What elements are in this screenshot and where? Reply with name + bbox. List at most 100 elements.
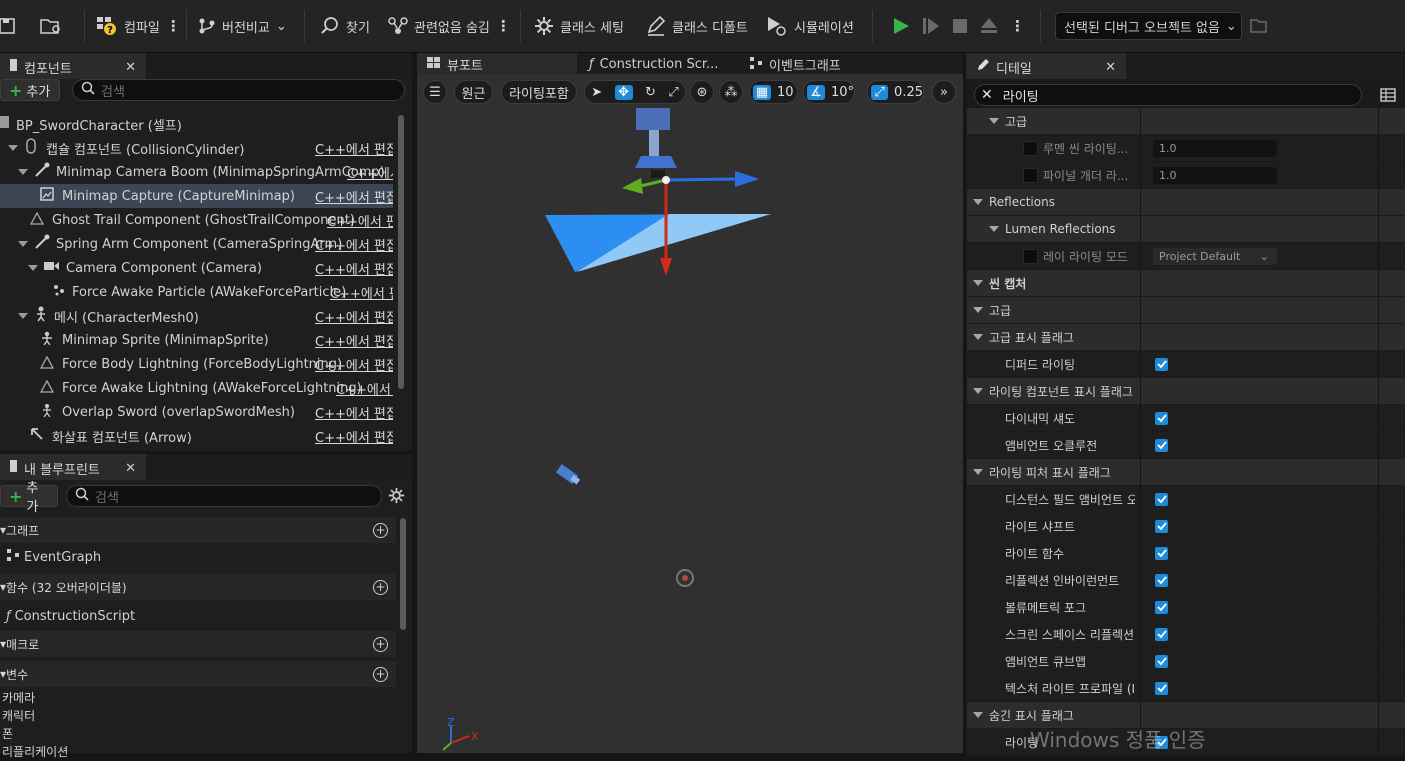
browse-icon[interactable] bbox=[40, 13, 62, 39]
hide-unrelated-button[interactable]: 관련없음 숨김 ⋮ bbox=[388, 13, 511, 39]
variables-section-header[interactable]: ▾ 변수 + bbox=[0, 661, 396, 687]
details-property-row[interactable]: 리플렉션 인바이런먼트 bbox=[967, 567, 1405, 594]
play-icon[interactable] bbox=[892, 17, 910, 35]
expand-caret-icon[interactable] bbox=[973, 199, 983, 205]
compile-options-icon[interactable]: ⋮ bbox=[166, 17, 181, 35]
expand-caret-icon[interactable] bbox=[989, 226, 999, 232]
eject-icon[interactable] bbox=[980, 17, 998, 35]
blueprint-scrollbar[interactable] bbox=[400, 518, 406, 630]
details-property-row[interactable]: 디퍼드 라이팅 bbox=[967, 351, 1405, 378]
tree-item-camera[interactable]: Camera Component (Camera) C++에서 편집 bbox=[0, 256, 393, 280]
property-number-field[interactable]: 1.0 bbox=[1153, 139, 1277, 157]
components-search-input[interactable]: 검색 bbox=[72, 79, 405, 101]
hide-unrelated-options-icon[interactable]: ⋮ bbox=[496, 17, 511, 35]
details-property-row[interactable]: 라이트 샤프트 bbox=[967, 513, 1405, 540]
event-graph-item[interactable]: EventGraph bbox=[0, 545, 396, 569]
save-icon[interactable] bbox=[0, 13, 16, 39]
details-category-row[interactable]: 라이팅 컴포넌트 표시 플래그 bbox=[967, 378, 1405, 405]
debug-browse-icon[interactable] bbox=[1250, 13, 1268, 39]
tree-item-arrow[interactable]: 화살표 컴포넌트 (Arrow) C++에서 편집 bbox=[0, 424, 393, 448]
property-number-field[interactable]: 1.0 bbox=[1153, 166, 1277, 184]
tree-item-overlap-sword[interactable]: Overlap Sword (overlapSwordMesh) C++에서 편… bbox=[0, 400, 393, 424]
details-category-row[interactable]: 고급 표시 플래그 bbox=[967, 324, 1405, 351]
blueprint-search-input[interactable]: 검색 bbox=[66, 485, 382, 507]
edit-in-cpp-link[interactable]: C++에서 편집 bbox=[315, 187, 393, 206]
debug-object-select[interactable]: 선택된 디버그 오브젝트 없음 ⌄ bbox=[1055, 12, 1242, 40]
details-property-row[interactable]: 앰비언트 큐브맵 bbox=[967, 648, 1405, 675]
surface-snap-button[interactable]: ⁂ bbox=[719, 80, 743, 104]
edit-in-cpp-link[interactable]: C++에서 편집 bbox=[315, 259, 393, 278]
details-property-row[interactable]: 스크린 스페이스 리플렉션 bbox=[967, 621, 1405, 648]
details-property-row[interactable]: 볼류메트릭 포그 bbox=[967, 594, 1405, 621]
expand-caret-icon[interactable] bbox=[973, 334, 983, 340]
construction-script-item[interactable]: ƒ ConstructionScript bbox=[0, 604, 396, 628]
close-icon[interactable]: ✕ bbox=[125, 60, 136, 75]
add-macro-icon[interactable]: + bbox=[373, 636, 388, 652]
add-variable-icon[interactable]: + bbox=[373, 666, 388, 682]
diff-button[interactable]: 버전비교 ⌄ bbox=[198, 13, 287, 39]
tree-item-ghost-trail[interactable]: Ghost Trail Component (GhostTrailCompone… bbox=[0, 208, 393, 232]
property-checkbox[interactable] bbox=[1155, 492, 1168, 506]
play-options-icon[interactable]: ⋮ bbox=[1010, 17, 1025, 35]
edit-in-cpp-link[interactable]: C++에서 편 bbox=[330, 283, 393, 302]
class-settings-button[interactable]: 클래스 세팅 bbox=[534, 13, 624, 39]
edit-in-cpp-link[interactable]: C++에서 편집 bbox=[315, 331, 393, 350]
tree-item-force-body-lightning[interactable]: Force Body Lightning (ForceBodyLightning… bbox=[0, 352, 393, 376]
scale-icon[interactable]: ⤢ bbox=[668, 85, 678, 100]
close-icon[interactable]: ✕ bbox=[1105, 60, 1116, 75]
expand-caret-icon[interactable] bbox=[973, 388, 983, 394]
expand-caret-icon[interactable] bbox=[973, 280, 983, 286]
select-icon[interactable]: ➤ bbox=[591, 85, 602, 100]
details-property-row[interactable]: 루멘 씬 라이팅... 1.0 bbox=[967, 135, 1405, 162]
property-checkbox[interactable] bbox=[1155, 438, 1168, 452]
add-component-button[interactable]: + 추가 bbox=[0, 79, 60, 101]
edit-in-cpp-link[interactable]: C++에서 편집 bbox=[315, 427, 393, 446]
details-property-row[interactable]: 다이내믹 섀도 bbox=[967, 405, 1405, 432]
tree-item-force-awake-lightning[interactable]: Force Awake Lightning (AWakeForceLightni… bbox=[0, 376, 393, 400]
tree-item-force-awake-particle[interactable]: Force Awake Particle (AWakeForceParticle… bbox=[0, 280, 393, 304]
tree-item-minimap-sprite[interactable]: Minimap Sprite (MinimapSprite) C++에서 편집 bbox=[0, 328, 393, 352]
tab-my-blueprint[interactable]: 내 블루프린트 ✕ bbox=[0, 454, 146, 480]
override-checkbox[interactable] bbox=[1023, 248, 1038, 264]
expand-caret-icon[interactable] bbox=[973, 469, 983, 475]
step-icon[interactable] bbox=[922, 17, 940, 35]
simulation-button[interactable]: 시뮬레이션 bbox=[766, 13, 854, 39]
tree-item-root[interactable]: BP_SwordCharacter (셀프) bbox=[0, 112, 393, 136]
expand-caret-icon[interactable] bbox=[973, 307, 983, 313]
close-icon[interactable]: ✕ bbox=[125, 461, 136, 476]
edit-in-cpp-link[interactable]: C++에서 편집 bbox=[315, 235, 393, 254]
details-property-row[interactable]: 텍스처 라이트 프로파일 (I bbox=[967, 675, 1405, 702]
expand-caret-icon[interactable] bbox=[973, 712, 983, 718]
property-checkbox[interactable] bbox=[1155, 573, 1168, 587]
perspective-button[interactable]: 원근 bbox=[454, 80, 493, 104]
edit-in-cpp-link[interactable]: C++에서 편집 bbox=[315, 403, 393, 422]
move-icon[interactable]: ✥ bbox=[614, 84, 633, 100]
edit-in-cpp-link[interactable]: C++에서 편집 bbox=[327, 211, 393, 230]
stop-icon[interactable] bbox=[952, 18, 968, 34]
class-defaults-button[interactable]: 클래스 디폴트 bbox=[646, 13, 748, 39]
property-checkbox[interactable] bbox=[1155, 546, 1168, 560]
tree-item-mesh[interactable]: 메시 (CharacterMesh0) C++에서 편집 bbox=[0, 304, 393, 328]
more-options-button[interactable]: » bbox=[932, 80, 956, 104]
clear-search-icon[interactable]: ✕ bbox=[981, 87, 993, 103]
tab-viewport[interactable]: 뷰포트 bbox=[417, 53, 577, 74]
details-category-row[interactable]: 고급 bbox=[967, 297, 1405, 324]
add-blueprint-button[interactable]: + 추가 bbox=[0, 481, 58, 515]
override-checkbox[interactable] bbox=[1023, 167, 1038, 183]
rotate-icon[interactable]: ↻ bbox=[645, 85, 656, 100]
tab-event-graph[interactable]: 이벤트그래프 bbox=[739, 53, 889, 74]
ray-lighting-mode-dropdown[interactable]: Project Default ⌄ bbox=[1153, 247, 1277, 265]
viewport-scene[interactable]: Z X bbox=[417, 108, 963, 753]
local-world-button[interactable]: ⊛ bbox=[690, 80, 714, 104]
edit-in-cpp-link[interactable]: C++에서 bbox=[347, 163, 393, 182]
lighting-mode-button[interactable]: 라이팅포함 bbox=[501, 80, 577, 104]
functions-section-header[interactable]: ▾ 함수 (32 오버라이더블) + bbox=[0, 574, 396, 600]
tab-components[interactable]: 컴포넌트 ✕ bbox=[0, 53, 146, 79]
details-category-row[interactable]: 씬 캡처 bbox=[967, 270, 1405, 297]
tree-item-spring-arm[interactable]: Spring Arm Component (CameraSpringArm) C… bbox=[0, 232, 393, 256]
macros-section-header[interactable]: ▾ 매크로 + bbox=[0, 631, 396, 657]
details-property-row[interactable]: 파이널 개더 라... 1.0 bbox=[967, 162, 1405, 189]
add-function-icon[interactable]: + bbox=[373, 579, 388, 595]
find-button[interactable]: 찾기 bbox=[320, 13, 370, 39]
details-property-row[interactable]: 라이트 함수 bbox=[967, 540, 1405, 567]
